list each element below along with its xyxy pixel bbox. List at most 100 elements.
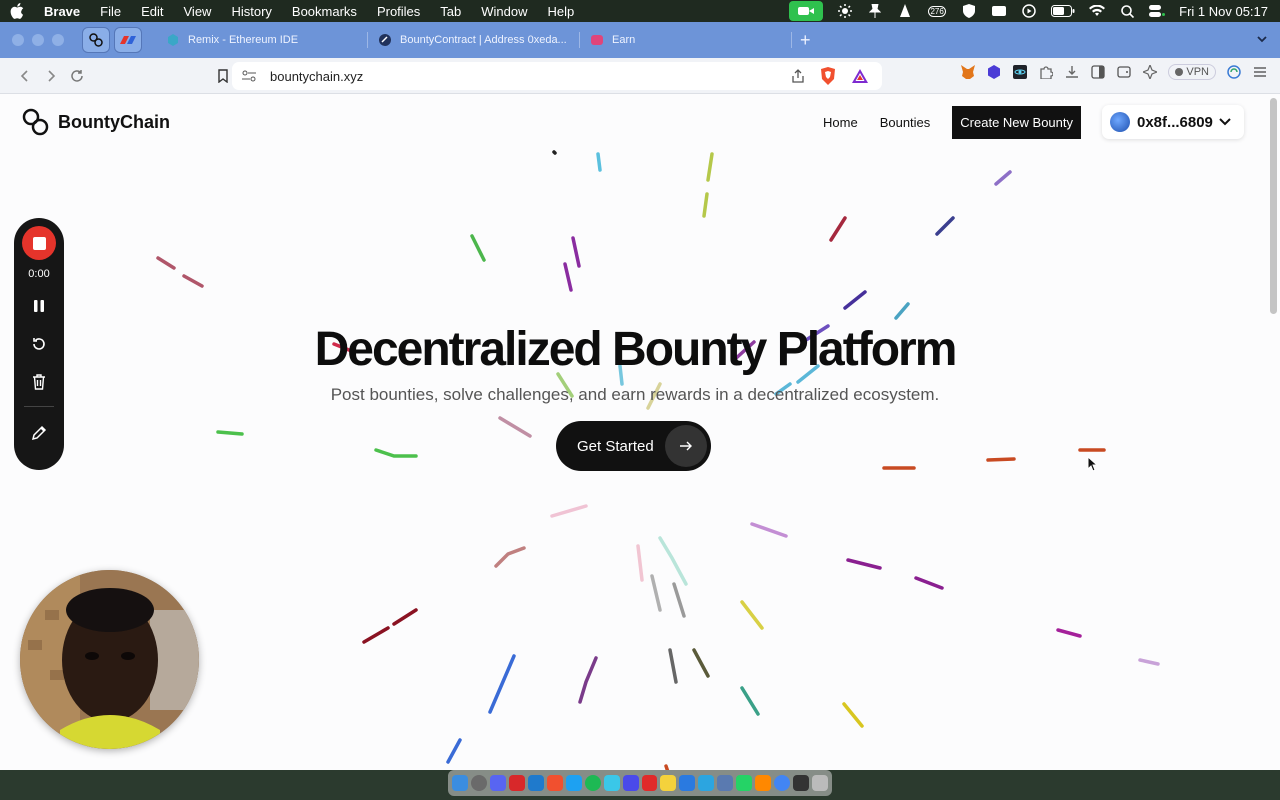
restart-icon: [33, 338, 45, 350]
address-bar[interactable]: bountychain.xyz: [232, 62, 882, 90]
hexagon-extension-icon[interactable]: [986, 64, 1002, 80]
filezilla-icon[interactable]: [508, 775, 525, 791]
apple-logo-icon[interactable]: [10, 3, 26, 19]
play-circle-icon[interactable]: [1021, 4, 1037, 18]
react-devtools-icon[interactable]: [1012, 64, 1028, 80]
wallet-account-button[interactable]: 0x8f...6809: [1102, 105, 1244, 139]
menu-help[interactable]: Help: [548, 4, 575, 19]
page-scrollbar[interactable]: [1270, 98, 1277, 314]
puzzle-extensions-icon[interactable]: [1038, 64, 1054, 80]
brave-shields-icon[interactable]: [820, 67, 836, 85]
spotify-icon[interactable]: [584, 775, 601, 791]
zoom-window-button[interactable]: [52, 34, 64, 46]
tab-label: Earn: [612, 34, 636, 46]
minimize-window-button[interactable]: [32, 34, 44, 46]
menu-edit[interactable]: Edit: [141, 4, 163, 19]
menu-profiles[interactable]: Profiles: [377, 4, 420, 19]
site-logo[interactable]: BountyChain: [22, 108, 170, 136]
create-new-bounty-button[interactable]: Create New Bounty: [952, 106, 1082, 139]
hamburger-menu-icon[interactable]: [1252, 64, 1268, 80]
keyboard-icon[interactable]: [991, 4, 1007, 18]
leo-ai-icon[interactable]: [1142, 64, 1158, 80]
battery-icon[interactable]: [1051, 4, 1075, 18]
cone-icon[interactable]: [897, 4, 913, 18]
brave-rewards-icon[interactable]: [852, 69, 868, 83]
url-text[interactable]: bountychain.xyz: [270, 69, 363, 84]
sidebar-toggle-icon[interactable]: [1090, 64, 1106, 80]
notification-count-icon[interactable]: 276: [927, 4, 947, 18]
draw-annotation-button[interactable]: [27, 421, 51, 445]
whatsapp-icon[interactable]: [736, 775, 753, 791]
tab-list-chevron-icon[interactable]: [1256, 32, 1268, 50]
menu-file[interactable]: File: [100, 4, 121, 19]
video-camera-icon[interactable]: [789, 1, 824, 21]
webcam-video-feed: [20, 570, 199, 749]
webcam-overlay[interactable]: [20, 570, 199, 749]
share-icon[interactable]: [792, 69, 804, 83]
pinned-tab-app[interactable]: [114, 27, 142, 53]
sun-icon[interactable]: [837, 4, 853, 18]
trash-icon: [33, 374, 45, 390]
search-icon[interactable]: [1119, 4, 1135, 18]
pencil-icon: [31, 425, 47, 441]
launchpad-icon[interactable]: [470, 775, 487, 791]
discord-icon[interactable]: [489, 775, 506, 791]
stop-recording-button[interactable]: [22, 226, 56, 260]
pause-recording-button[interactable]: [27, 294, 51, 318]
menu-window[interactable]: Window: [481, 4, 527, 19]
menu-history[interactable]: History: [231, 4, 271, 19]
shield-check-icon[interactable]: [961, 4, 977, 18]
menu-tab[interactable]: Tab: [440, 4, 461, 19]
wallet-icon[interactable]: [1116, 64, 1132, 80]
notification-count: 276: [928, 5, 946, 17]
preview-icon[interactable]: [717, 775, 734, 791]
profile-icon[interactable]: [1226, 64, 1242, 80]
site-nav: Home Bounties Create New Bounty: [823, 106, 1082, 139]
menu-app-name[interactable]: Brave: [44, 4, 80, 19]
youtube-music-icon[interactable]: [641, 775, 658, 791]
wifi-icon[interactable]: [1089, 4, 1106, 18]
tab-bounty-contract[interactable]: BountyContract | Address 0xeda...: [368, 22, 580, 58]
telegram-icon[interactable]: [698, 775, 715, 791]
hero-subtitle: Post bounties, solve challenges, and ear…: [330, 385, 940, 404]
wallet-address: 0x8f...6809: [1137, 113, 1213, 131]
new-tab-button[interactable]: +: [800, 30, 811, 51]
delete-recording-button[interactable]: [27, 370, 51, 394]
get-started-button[interactable]: Get Started: [556, 421, 711, 471]
download-icon[interactable]: [1064, 64, 1080, 80]
finder-icon[interactable]: [452, 775, 468, 791]
control-center-icon[interactable]: [1149, 4, 1166, 18]
back-arrow-icon: [20, 69, 28, 82]
trash-bin-icon[interactable]: [812, 775, 829, 791]
reload-button[interactable]: [64, 63, 90, 89]
nav-bounties-link[interactable]: Bounties: [880, 115, 931, 130]
chrome-icon[interactable]: [774, 775, 791, 791]
restart-recording-button[interactable]: [27, 332, 51, 356]
pin-icon[interactable]: [867, 4, 883, 18]
menu-bookmarks[interactable]: Bookmarks: [292, 4, 357, 19]
menu-view[interactable]: View: [184, 4, 212, 19]
terminal-icon[interactable]: [793, 775, 810, 791]
vpn-button[interactable]: VPN: [1168, 64, 1216, 80]
vscode-icon[interactable]: [527, 775, 544, 791]
back-button[interactable]: [12, 63, 38, 89]
chevron-down-icon: [1219, 118, 1231, 126]
twitter-icon[interactable]: [565, 775, 582, 791]
earn-favicon-icon: [591, 35, 603, 45]
menubar-clock[interactable]: Fri 1 Nov 05:17: [1179, 4, 1268, 19]
close-window-button[interactable]: [12, 34, 24, 46]
arrow-right-icon: [665, 425, 707, 467]
mail-icon[interactable]: [679, 775, 696, 791]
pinned-tab-bountychain[interactable]: [82, 27, 110, 53]
app-icon[interactable]: [622, 775, 639, 791]
notes-icon[interactable]: [660, 775, 677, 791]
metamask-icon[interactable]: [960, 64, 976, 80]
tab-earn[interactable]: Earn: [580, 22, 792, 58]
forward-button[interactable]: [38, 63, 64, 89]
vlc-icon[interactable]: [755, 775, 772, 791]
nav-home-link[interactable]: Home: [823, 115, 858, 130]
safari-icon[interactable]: [603, 775, 620, 791]
site-settings-icon[interactable]: [242, 70, 256, 82]
brave-icon[interactable]: [546, 775, 563, 791]
tab-remix[interactable]: Remix - Ethereum IDE: [156, 22, 368, 58]
